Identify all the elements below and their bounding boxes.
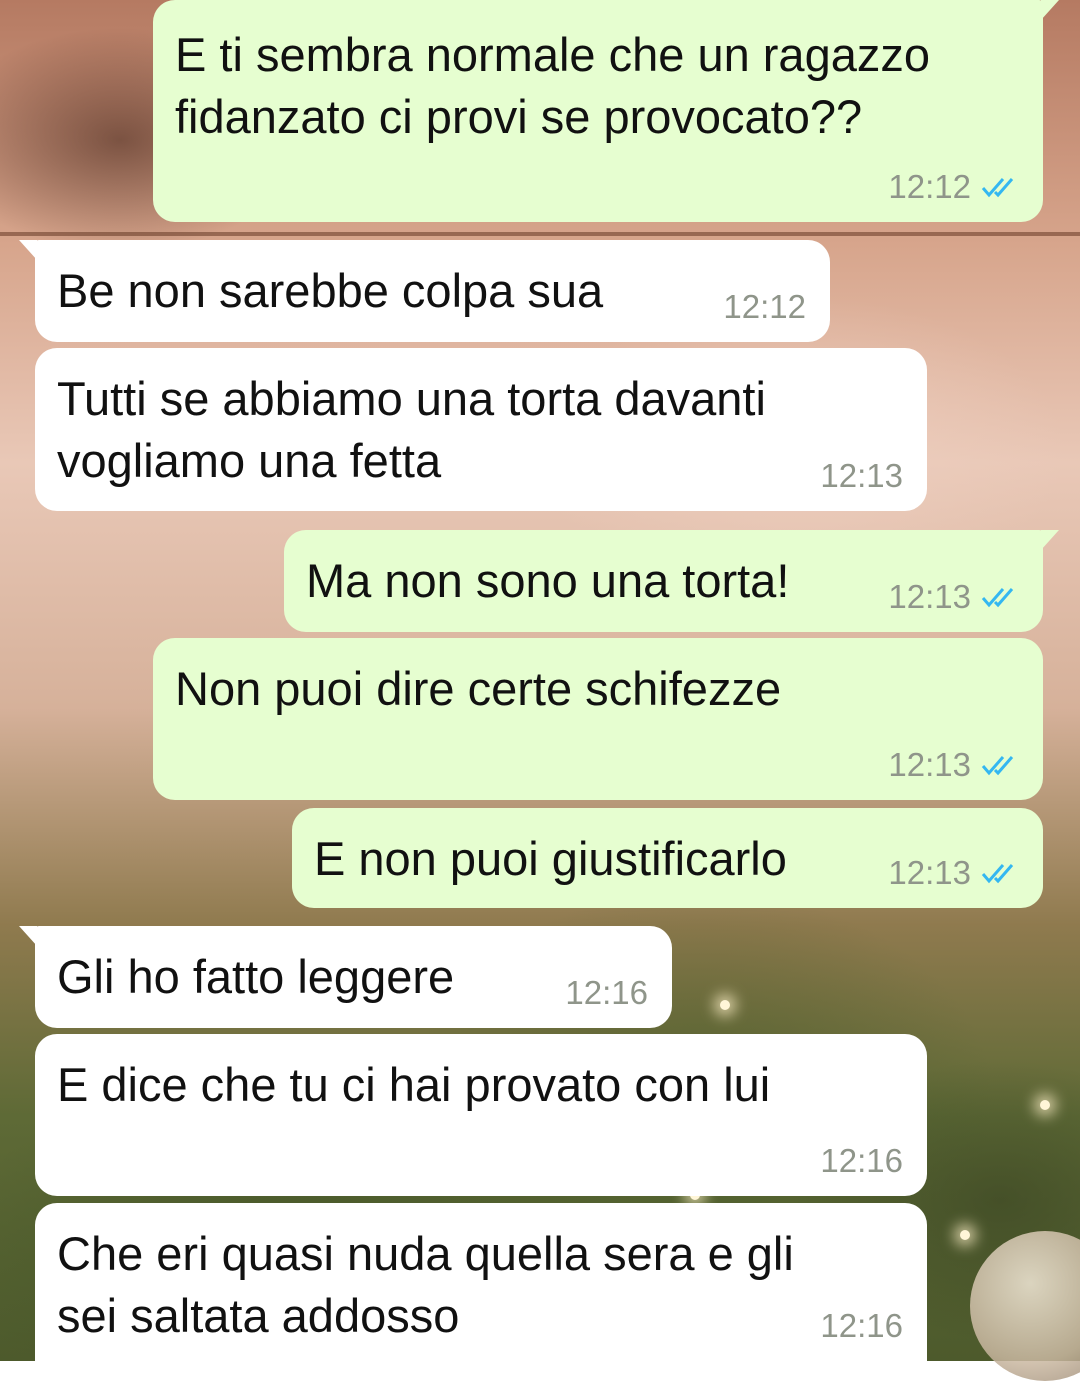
double-check-read-icon — [981, 588, 1014, 608]
double-check-read-icon — [981, 864, 1014, 884]
message-meta: 12:16 — [820, 1307, 903, 1345]
message-time: 12:13 — [888, 854, 971, 891]
message-meta: 12:16 — [820, 1142, 903, 1180]
message-bubble-outgoing[interactable]: E ti sembra normale che un ragazzo fidan… — [153, 0, 1059, 222]
message-text: Be non sarebbe colpa sua — [57, 264, 604, 317]
message-bubble-incoming[interactable]: Gli ho fatto leggere 12:16 — [19, 926, 672, 1028]
message-bubble-outgoing[interactable]: Ma non sono una torta! 12:13 — [284, 530, 1059, 632]
message-time: 12:16 — [565, 974, 648, 1011]
message-time: 12:16 — [820, 1307, 903, 1344]
message-text: E dice che tu ci hai provato con lui — [57, 1058, 771, 1111]
message-text: E ti sembra normale che un ragazzo fidan… — [175, 28, 930, 143]
message-meta: 12:13 — [888, 578, 1019, 616]
message-meta: 12:12 — [723, 288, 806, 326]
message-time: 12:13 — [888, 578, 971, 615]
message-text: Tutti se abbiamo una torta davanti vogli… — [57, 372, 766, 487]
double-check-read-icon — [981, 756, 1014, 776]
message-time: 12:16 — [820, 1142, 903, 1179]
message-text: Che eri quasi nuda quella sera e gli sei… — [57, 1227, 794, 1342]
message-bubble-incoming[interactable]: Be non sarebbe colpa sua 12:12 — [19, 240, 830, 342]
message-bubble-incoming[interactable]: E dice che tu ci hai provato con lui 12:… — [35, 1034, 927, 1196]
message-meta: 12:12 — [888, 168, 1019, 206]
message-time: 12:12 — [723, 288, 806, 325]
message-time: 12:12 — [888, 168, 971, 205]
message-time: 12:13 — [820, 457, 903, 494]
message-text: Gli ho fatto leggere — [57, 950, 455, 1003]
message-bubble-outgoing[interactable]: Non puoi dire certe schifezze 12:13 — [153, 638, 1043, 800]
message-time: 12:13 — [888, 746, 971, 783]
message-bubble-incoming[interactable]: Che eri quasi nuda quella sera e gli sei… — [35, 1203, 927, 1361]
double-check-read-icon — [981, 178, 1014, 198]
message-text: Non puoi dire certe schifezze — [175, 662, 782, 715]
message-meta: 12:13 — [888, 854, 1019, 892]
message-list[interactable]: E ti sembra normale che un ragazzo fidan… — [0, 0, 1080, 1361]
message-meta: 12:13 — [888, 746, 1019, 784]
message-meta: 12:13 — [820, 457, 903, 495]
message-bubble-outgoing[interactable]: E non puoi giustificarlo 12:13 — [292, 808, 1043, 908]
message-bubble-incoming[interactable]: Tutti se abbiamo una torta davanti vogli… — [35, 348, 927, 511]
message-meta: 12:16 — [565, 974, 648, 1012]
